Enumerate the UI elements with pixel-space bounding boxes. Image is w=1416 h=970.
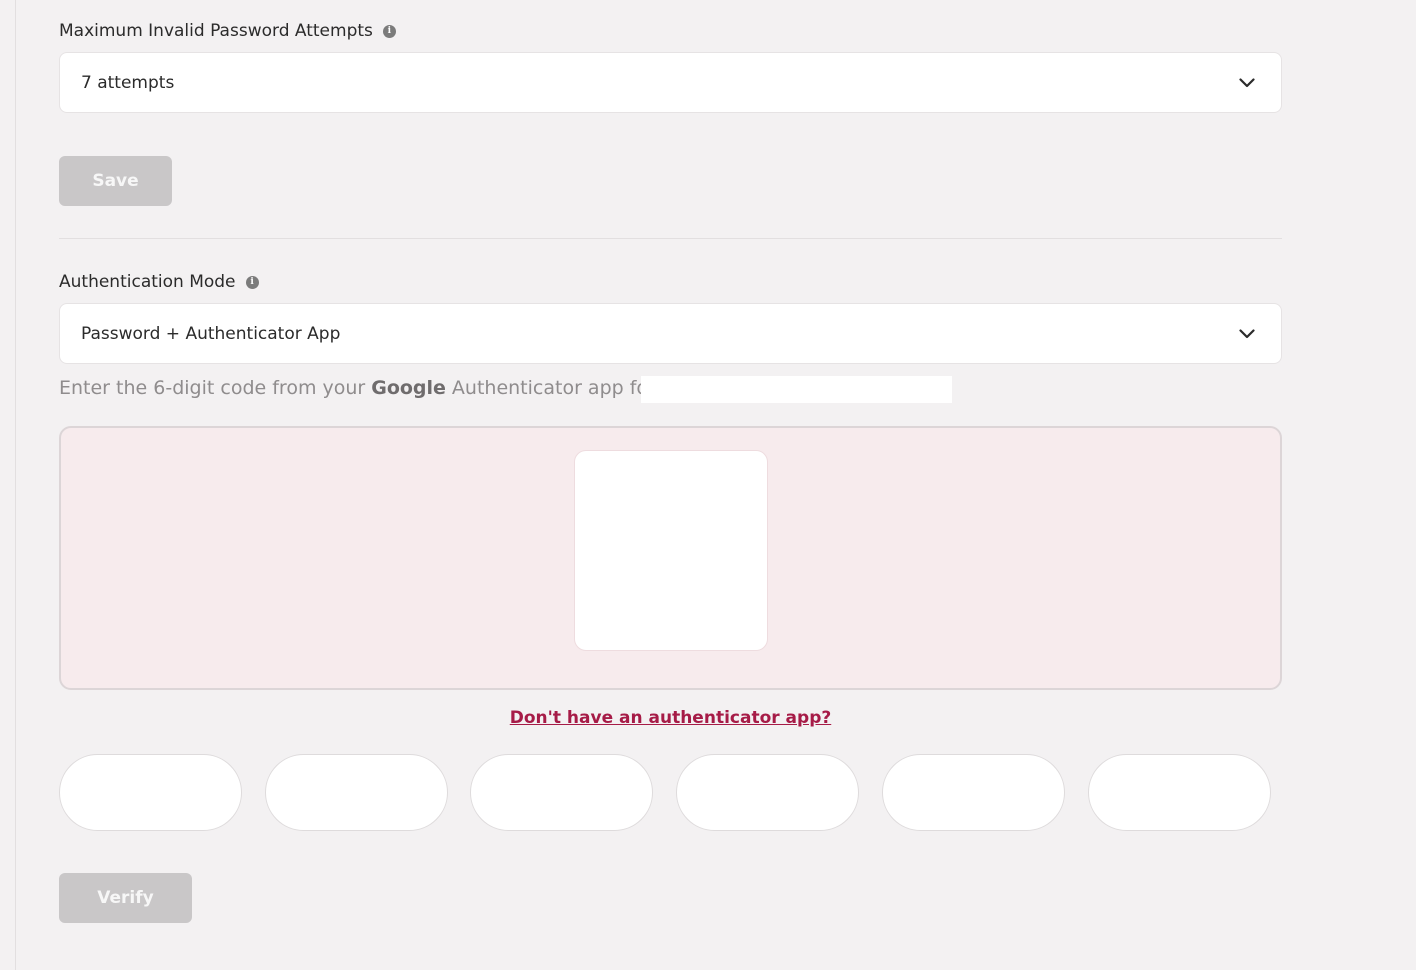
- info-icon[interactable]: i: [245, 275, 259, 289]
- auth-mode-label: Authentication Mode i: [59, 272, 259, 292]
- chevron-down-icon: [1239, 77, 1255, 88]
- password-attempts-label-text: Maximum Invalid Password Attempts: [59, 21, 373, 41]
- code-digit-input[interactable]: [676, 754, 859, 831]
- auth-mode-label-text: Authentication Mode: [59, 272, 236, 292]
- code-digit-input[interactable]: [59, 754, 242, 831]
- password-attempts-label: Maximum Invalid Password Attempts i: [59, 21, 396, 41]
- auth-mode-select[interactable]: Password + Authenticator App: [59, 303, 1282, 364]
- authenticator-hint: Enter the 6-digit code from your Google …: [59, 377, 656, 399]
- hint-suffix: Authenticator app for: [451, 377, 656, 399]
- code-digit-input[interactable]: [470, 754, 653, 831]
- code-digit-input[interactable]: [882, 754, 1065, 831]
- redacted-account: [641, 376, 952, 403]
- info-icon[interactable]: i: [382, 24, 396, 38]
- hint-brand: Google: [371, 377, 446, 399]
- left-rail: [0, 0, 16, 970]
- chevron-down-icon: [1239, 328, 1255, 339]
- verify-button[interactable]: Verify: [59, 873, 192, 923]
- save-button[interactable]: Save: [59, 156, 172, 206]
- code-digit-input[interactable]: [265, 754, 448, 831]
- qr-code-panel: [59, 426, 1282, 690]
- auth-mode-value: Password + Authenticator App: [81, 323, 341, 344]
- section-divider: [59, 238, 1282, 239]
- password-attempts-value: 7 attempts: [81, 72, 175, 93]
- no-authenticator-link[interactable]: Don't have an authenticator app?: [0, 708, 1341, 728]
- password-attempts-select[interactable]: 7 attempts: [59, 52, 1282, 113]
- code-digit-input[interactable]: [1088, 754, 1271, 831]
- qr-code: [574, 450, 768, 651]
- hint-prefix: Enter the 6-digit code from your: [59, 377, 366, 399]
